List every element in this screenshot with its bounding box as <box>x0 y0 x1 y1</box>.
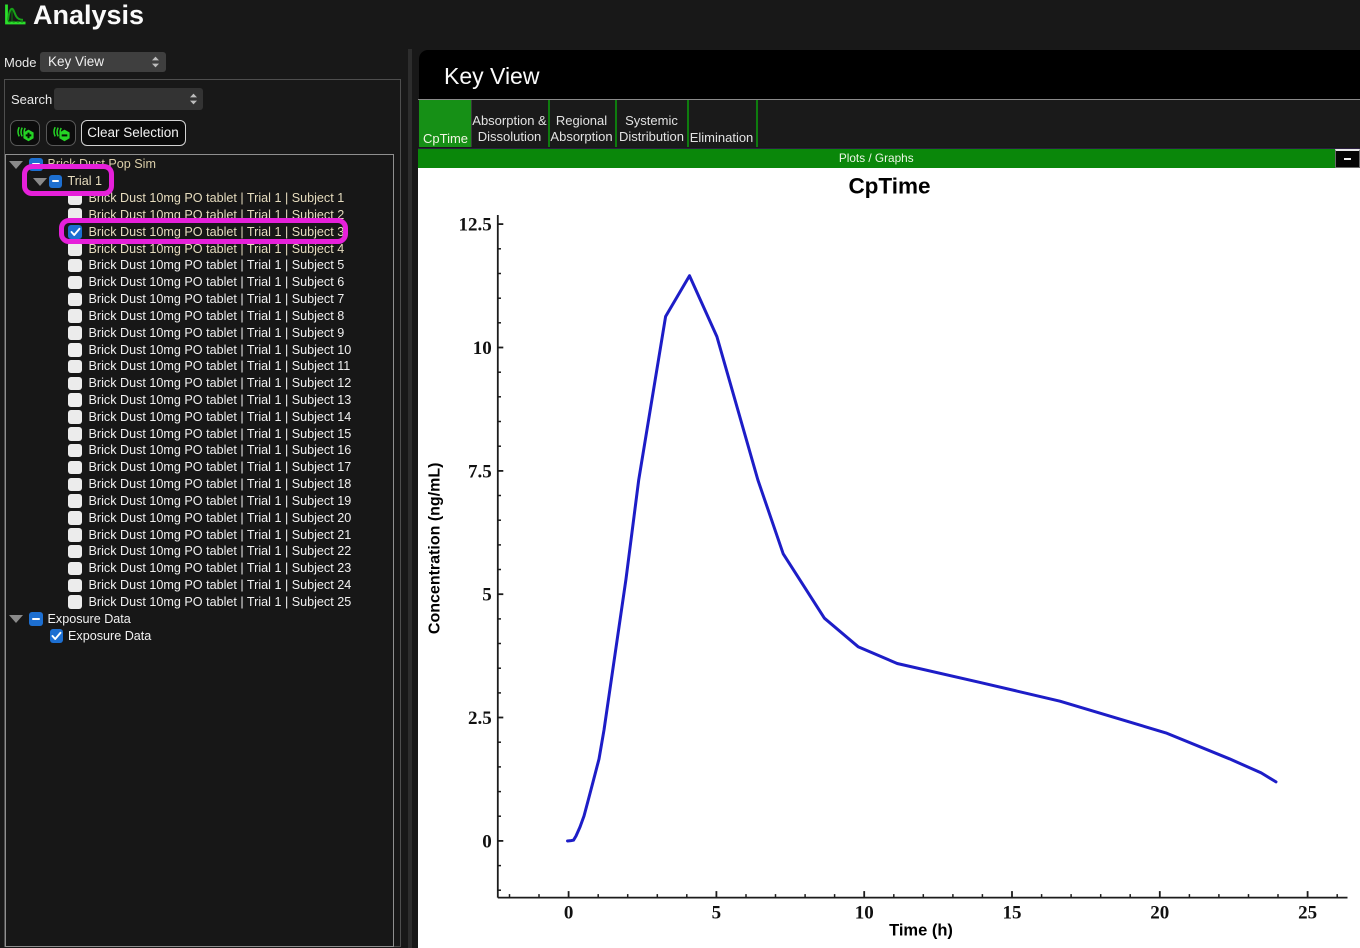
svg-text:10: 10 <box>855 903 874 924</box>
svg-text:CpTime: CpTime <box>848 174 930 199</box>
svg-text:7.5: 7.5 <box>468 461 492 482</box>
svg-text:Concentration (ng/mL): Concentration (ng/mL) <box>427 463 444 635</box>
svg-text:15: 15 <box>1003 903 1022 924</box>
svg-text:5: 5 <box>482 585 492 606</box>
svg-text:0: 0 <box>564 903 574 924</box>
svg-text:5: 5 <box>712 903 722 924</box>
svg-text:20: 20 <box>1150 903 1169 924</box>
svg-text:Time (h): Time (h) <box>889 922 953 940</box>
svg-text:25: 25 <box>1298 903 1317 924</box>
svg-text:10: 10 <box>473 338 492 359</box>
svg-text:12.5: 12.5 <box>459 215 492 236</box>
svg-text:2.5: 2.5 <box>468 708 492 729</box>
svg-text:0: 0 <box>482 831 492 852</box>
